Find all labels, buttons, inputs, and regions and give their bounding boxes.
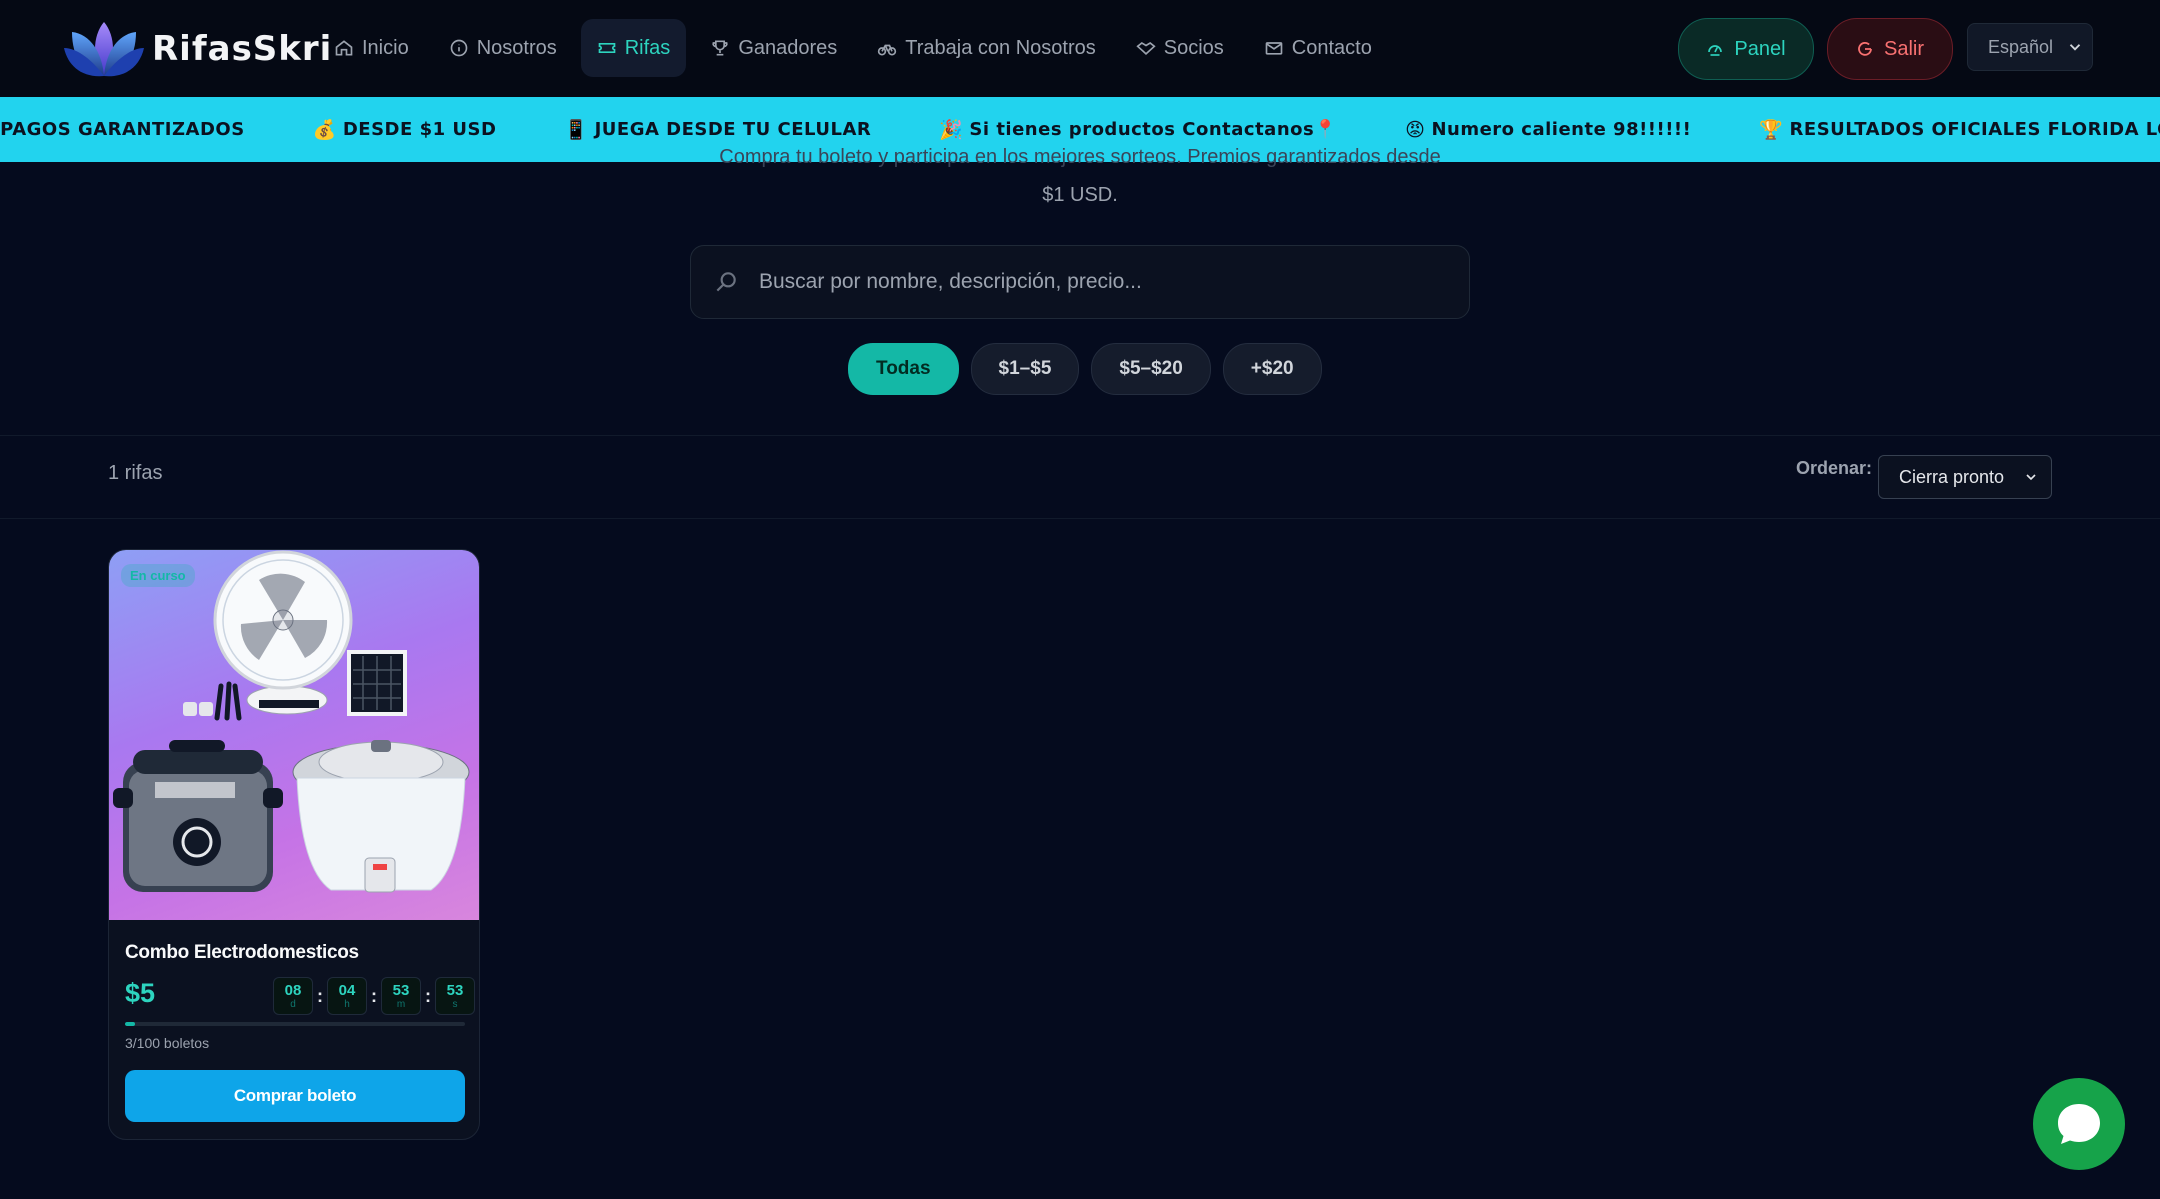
bike-icon (878, 44, 897, 56)
trophy-icon (712, 40, 728, 56)
raffle-title[interactable]: Combo Electrodomesticos (125, 942, 359, 964)
sort-value: Cierra pronto (1899, 466, 2005, 487)
section-divider (0, 435, 2160, 436)
filter-1-5[interactable]: $1–$5 (970, 343, 1080, 395)
nav-item-label: Socios (1163, 36, 1224, 59)
solar-panel-icon (347, 650, 407, 716)
buy-ticket-button[interactable]: Comprar boleto (125, 1070, 465, 1122)
section-divider (0, 518, 2160, 519)
nav-item-label: Nosotros (476, 36, 557, 59)
brand-name: RifasSkri (152, 29, 333, 69)
chevron-down-icon (2069, 44, 2081, 51)
nav-item-label: Rifas (624, 36, 671, 59)
raffle-image[interactable]: En curso (109, 550, 479, 920)
logout-button[interactable]: Salir (1827, 18, 1953, 80)
chat-bubble-icon (2058, 1104, 2100, 1144)
nav-item-trabaja[interactable]: Trabaja con Nosotros (861, 19, 1111, 77)
nav-item-label: Ganadores (738, 36, 838, 59)
light-bulbs-icon (183, 681, 242, 721)
tickets-progress-bar (125, 1022, 465, 1026)
filter-20-plus[interactable]: +$20 (1222, 343, 1322, 395)
raffle-card[interactable]: En curso Combo Electrodomesticos $5 08 d … (108, 549, 480, 1140)
chat-button[interactable] (2033, 1078, 2125, 1170)
nav-item-rifas[interactable]: Rifas (580, 19, 687, 77)
gauge-icon (1708, 45, 1723, 56)
status-badge: En curso (121, 564, 195, 587)
google-icon (1858, 42, 1872, 56)
nav-item-nosotros[interactable]: Nosotros (433, 19, 573, 77)
nav-item-ganadores[interactable]: Ganadores (694, 19, 853, 77)
nav-item-socios[interactable]: Socios (1120, 19, 1240, 77)
nav-item-label: Trabaja con Nosotros (905, 36, 1096, 59)
sort-label: Ordenar: (1796, 458, 1873, 478)
tickets-progress-fill (125, 1022, 136, 1026)
panel-button-label: Panel (1734, 37, 1786, 60)
search-box (690, 245, 1470, 319)
price-filters: Todas $1–$5 $5–$20 +$20 (848, 343, 1322, 395)
hero-subtitle-line1: Compra tu boleto y participa en los mejo… (719, 146, 1441, 168)
search-input[interactable] (757, 269, 1441, 295)
countdown-minutes: 53 m (381, 977, 421, 1015)
sort-select[interactable]: Cierra pronto (1878, 455, 2052, 499)
search-icon (716, 272, 736, 292)
tickets-sold-label: 3/100 boletos (125, 1035, 210, 1051)
countdown-seconds: 53 s (435, 977, 475, 1015)
pressure-cooker-icon (113, 740, 283, 892)
brand-logo[interactable]: RifasSkri (64, 18, 332, 80)
language-select[interactable]: Español (1967, 23, 2093, 71)
nav-item-label: Contacto (1291, 36, 1372, 59)
main-menu: Inicio Nosotros Rifas Ganadores Trabaja … (318, 19, 1388, 77)
chevron-down-icon (2026, 474, 2036, 481)
top-navbar: RifasSkri Inicio Nosotros Rifas Ganadore… (0, 0, 2160, 97)
results-count: 1 rifas (108, 462, 163, 484)
filter-5-20[interactable]: $5–$20 (1091, 343, 1211, 395)
rice-cooker-icon (292, 740, 470, 893)
mail-icon (1265, 42, 1283, 55)
filter-todas[interactable]: Todas (848, 343, 959, 395)
nav-item-label: Inicio (362, 36, 409, 59)
ticket-icon (598, 43, 616, 53)
countdown-days: 08 d (273, 977, 313, 1015)
countdown-hours: 04 h (327, 977, 367, 1015)
hero-subtitle: Compra tu boleto y participa en los mejo… (0, 138, 2160, 214)
handshake-icon (1136, 41, 1156, 55)
nav-item-inicio[interactable]: Inicio (318, 19, 425, 77)
appliances-illustration (113, 550, 470, 893)
panel-button[interactable]: Panel (1678, 18, 1814, 80)
hero-subtitle-line2: $1 USD. (1042, 184, 1118, 206)
nav-item-contacto[interactable]: Contacto (1248, 19, 1388, 77)
raffle-price: $5 (125, 978, 156, 1008)
countdown-timer: 08 d : 04 h : 53 m : 53 s (273, 977, 475, 1015)
home-icon (335, 40, 353, 56)
info-icon (450, 39, 468, 57)
logout-button-label: Salir (1883, 37, 1924, 60)
lotus-logo-icon (64, 22, 144, 77)
language-value: Español (1988, 36, 2054, 57)
